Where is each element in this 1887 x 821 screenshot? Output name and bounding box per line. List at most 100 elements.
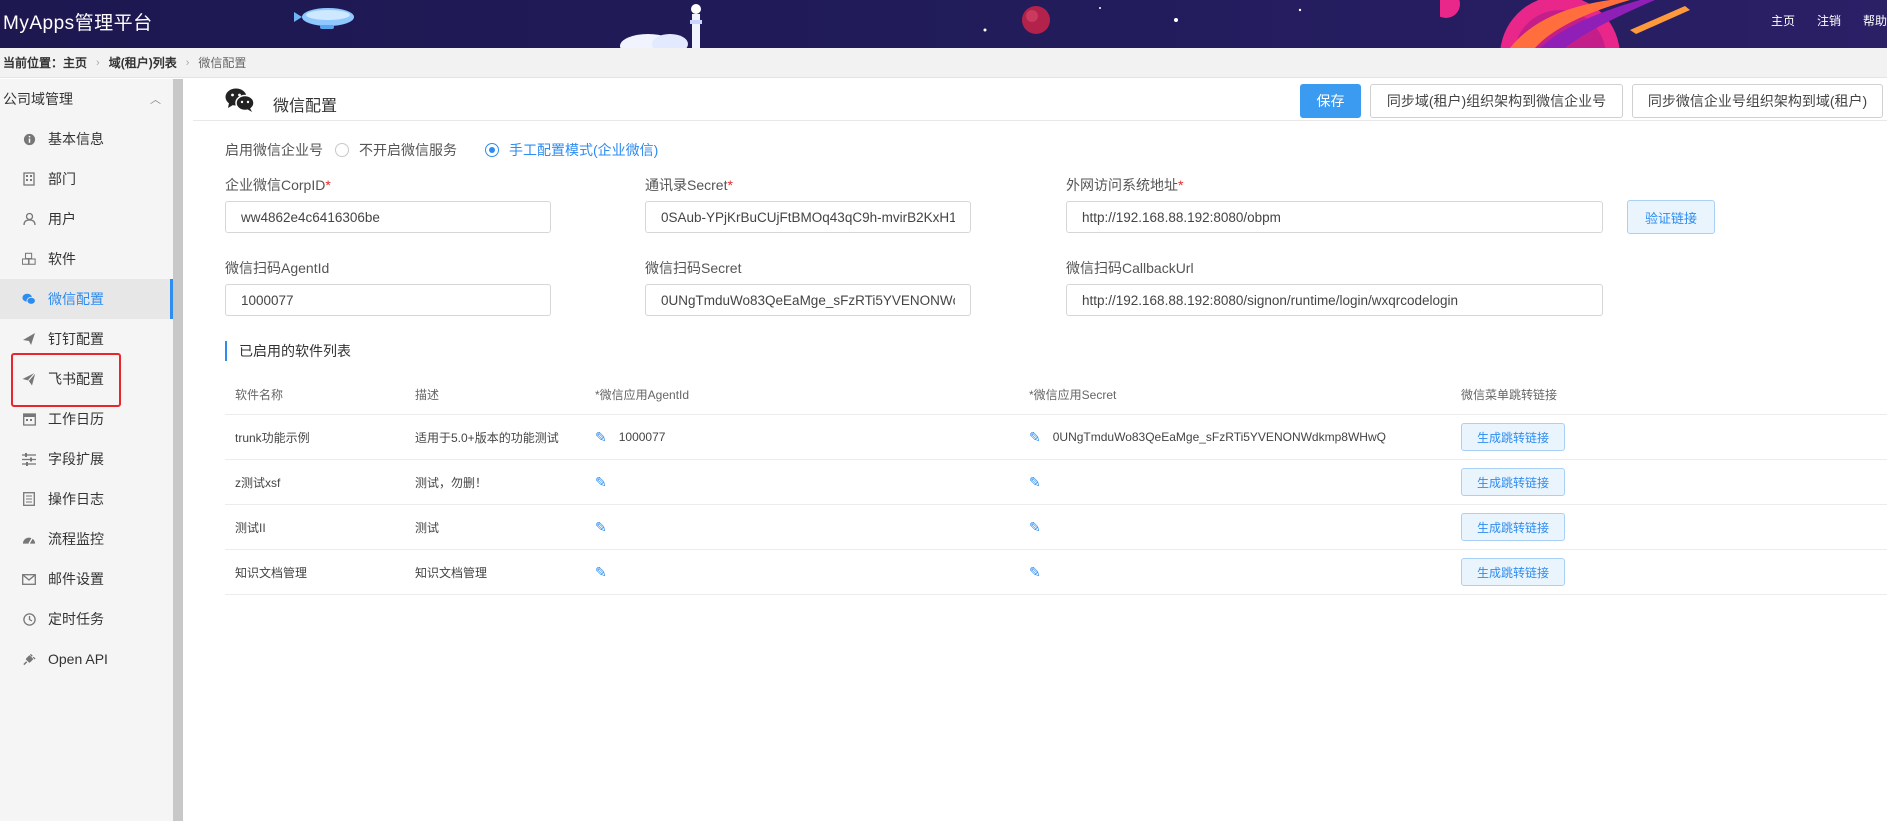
corp-id-input[interactable] — [225, 201, 551, 233]
generate-link-button[interactable]: 生成跳转链接 — [1461, 558, 1565, 586]
breadcrumb-home[interactable]: 主页 — [63, 54, 87, 71]
generate-link-button[interactable]: 生成跳转链接 — [1461, 513, 1565, 541]
software-list-title: 已启用的软件列表 — [225, 341, 351, 361]
sidebar-group-label: 公司域管理 — [3, 91, 73, 107]
sidebar-item-label: 工作日历 — [48, 411, 104, 427]
sidebar-item-mail-settings[interactable]: 邮件设置 — [0, 559, 183, 599]
building-icon — [22, 172, 36, 186]
generate-link-button[interactable]: 生成跳转链接 — [1461, 423, 1565, 451]
pencil-icon[interactable]: ✎ — [595, 474, 607, 491]
sidebar-item-work-calendar[interactable]: 工作日历 — [0, 399, 183, 439]
sync-org-from-wechat-button[interactable]: 同步微信企业号组织架构到域(租户) — [1632, 84, 1883, 118]
sidebar-item-label: 用户 — [48, 211, 76, 227]
cell-secret-value: 0UNgTmduWo83QeEaMge_sFzRTi5YVENONWdkmp8W… — [1052, 430, 1386, 444]
cell-secret: ✎ — [1029, 460, 1053, 504]
scan-secret-label: 微信扫码Secret — [645, 260, 742, 276]
external-url-label: 外网访问系统地址* — [1066, 177, 1184, 193]
sidebar-item-label: 软件 — [48, 251, 76, 267]
sidebar-item-flow-monitor[interactable]: 流程监控 — [0, 519, 183, 559]
pencil-icon[interactable]: ✎ — [1029, 519, 1041, 536]
sliders-icon — [22, 452, 36, 466]
external-url-input[interactable] — [1066, 201, 1603, 233]
top-link-logout[interactable]: 注销 — [1817, 12, 1841, 29]
pencil-icon[interactable]: ✎ — [1029, 429, 1041, 446]
cell-action: 生成跳转链接 — [1461, 415, 1565, 459]
user-icon — [22, 212, 36, 226]
cell-name: z测试xsf — [235, 475, 281, 490]
sidebar-item-user[interactable]: 用户 — [0, 199, 183, 239]
top-link-help[interactable]: 帮助 — [1863, 12, 1887, 29]
radio-disable-wechat[interactable]: 不开启微信服务 — [335, 140, 457, 160]
envelope-icon — [22, 572, 36, 586]
sidebar-item-label: 部门 — [48, 171, 76, 187]
sidebar-item-dingtalk-config[interactable]: 钉钉配置 — [0, 319, 183, 359]
sidebar-item-feishu-config[interactable]: 飞书配置 — [0, 359, 183, 399]
cell-name: 知识文档管理 — [235, 565, 308, 580]
sidebar-item-label: 钉钉配置 — [48, 331, 104, 347]
sidebar-item-scheduled-task[interactable]: 定时任务 — [0, 599, 183, 639]
cell-name: 测试II — [235, 520, 266, 535]
chevron-up-icon: ︿ — [150, 94, 161, 106]
table-row: trunk功能示例 适用于5.0+版本的功能测试 ✎ 1000077 ✎ 0UNgT… — [225, 415, 1887, 460]
cell-desc: 知识文档管理 — [415, 565, 488, 580]
sidebar-item-label: 字段扩展 — [48, 451, 104, 467]
breadcrumb-tenant-list[interactable]: 域(租户)列表 — [109, 54, 177, 71]
sidebar-item-field-extension[interactable]: 字段扩展 — [0, 439, 183, 479]
sidebar-group-header[interactable]: 公司域管理 ︿ — [0, 79, 183, 119]
contacts-secret-label: 通讯录Secret* — [645, 177, 733, 193]
cell-agent-id: ✎ — [595, 505, 619, 549]
pencil-icon[interactable]: ✎ — [1029, 474, 1041, 491]
top-link-home[interactable]: 主页 — [1771, 12, 1795, 29]
pencil-icon[interactable]: ✎ — [595, 519, 607, 536]
top-header: MyApps管理平台 主页 注销 帮助 — [0, 0, 1887, 48]
contacts-secret-input[interactable] — [645, 201, 971, 233]
column-header-agent-id: *微信应用AgentId — [595, 388, 690, 402]
corp-id-label: 企业微信CorpID* — [225, 177, 331, 193]
sidebar-item-open-api[interactable]: Open API — [0, 639, 183, 679]
sidebar-item-label: 微信配置 — [48, 291, 104, 307]
save-button[interactable]: 保存 — [1300, 84, 1361, 118]
plug-icon — [22, 652, 36, 666]
sidebar-item-label: Open API — [48, 651, 108, 667]
log-icon — [22, 492, 36, 506]
sidebar-item-wechat-config[interactable]: 微信配置 — [0, 279, 183, 319]
sidebar-scrollbar[interactable] — [173, 79, 183, 821]
cell-secret: ✎ 0UNgTmduWo83QeEaMge_sFzRTi5YVENONWdkmp8… — [1029, 415, 1386, 459]
column-header-name: 软件名称 — [235, 388, 284, 402]
cell-name: trunk功能示例 — [235, 430, 310, 445]
generate-link-button[interactable]: 生成跳转链接 — [1461, 468, 1565, 496]
table-header-row: 软件名称 描述 *微信应用AgentId *微信应用Secret 微信菜单跳转链… — [225, 375, 1887, 415]
sync-org-to-wechat-button[interactable]: 同步域(租户)组织架构到微信企业号 — [1370, 84, 1623, 118]
callback-url-input[interactable] — [1066, 284, 1603, 316]
column-header-jump-link: 微信菜单跳转链接 — [1461, 388, 1558, 402]
pencil-icon[interactable]: ✎ — [1029, 564, 1041, 581]
paper-plane-icon — [22, 372, 36, 386]
scan-secret-input[interactable] — [645, 284, 971, 316]
verify-link-button[interactable]: 验证链接 — [1627, 200, 1715, 234]
cell-agent-id: ✎ — [595, 460, 619, 504]
cell-action: 生成跳转链接 — [1461, 550, 1565, 594]
sidebar-item-software[interactable]: 软件 — [0, 239, 183, 279]
pencil-icon[interactable]: ✎ — [595, 429, 607, 446]
sidebar-item-basic-info[interactable]: 基本信息 — [0, 119, 183, 159]
tower-illustration-icon — [620, 4, 702, 48]
pencil-icon[interactable]: ✎ — [595, 564, 607, 581]
sidebar-item-operation-log[interactable]: 操作日志 — [0, 479, 183, 519]
cell-desc: 适用于5.0+版本的功能测试 — [415, 430, 559, 445]
dashboard-icon — [22, 532, 36, 546]
calendar-icon — [22, 412, 36, 426]
column-header-secret: *微信应用Secret — [1029, 388, 1117, 402]
radio-manual-mode[interactable]: 手工配置模式(企业微信) — [485, 140, 658, 160]
cubes-icon — [22, 252, 36, 266]
agent-id-input[interactable] — [225, 284, 551, 316]
table-row: 测试II 测试 ✎ ✎ 生成跳转链接 — [225, 505, 1887, 550]
sidebar-item-department[interactable]: 部门 — [0, 159, 183, 199]
main-content: 微信配置 保存 同步域(租户)组织架构到微信企业号 同步微信企业号组织架构到域(… — [193, 79, 1887, 821]
table-row: z测试xsf 测试，勿删！ ✎ ✎ 生成跳转链接 — [225, 460, 1887, 505]
cell-desc: 测试，勿删！ — [415, 475, 488, 490]
breadcrumb: 当前位置： 主页 › 域(租户)列表 › 微信配置 — [0, 48, 1887, 78]
cell-secret: ✎ — [1029, 505, 1053, 549]
breadcrumb-separator-icon: › — [96, 56, 100, 69]
stars-illustration-icon — [983, 7, 1302, 32]
enable-wechat-label: 启用微信企业号 — [225, 142, 323, 158]
